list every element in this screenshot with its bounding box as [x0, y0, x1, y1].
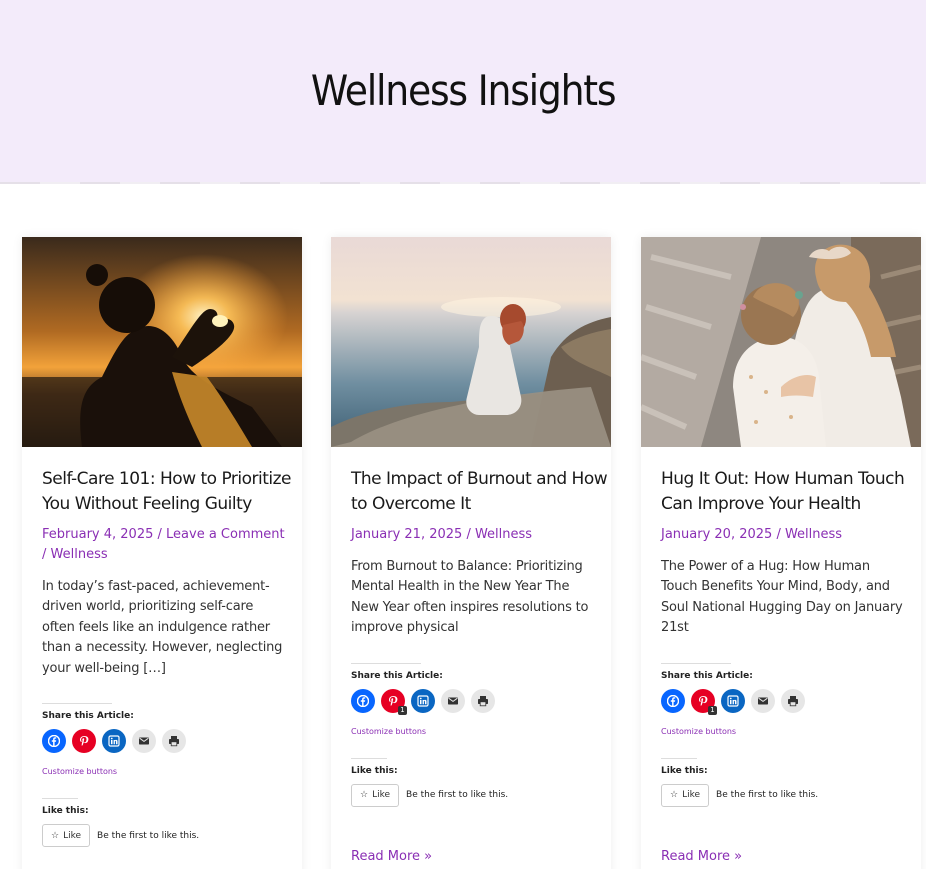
like-button-label: Like	[63, 830, 82, 841]
like-row: ☆ Like Be the first to like this.	[351, 783, 596, 807]
pinterest-icon[interactable]	[72, 729, 96, 754]
share-heading: Share this Article:	[351, 670, 443, 681]
like-section: Like this:	[661, 757, 708, 776]
category-link[interactable]: Wellness	[51, 547, 108, 562]
share-section: Share this Article:	[661, 662, 753, 681]
share-count-badge: 1	[398, 705, 407, 715]
post-card: Hug It Out: How Human Touch Can Improve …	[641, 237, 921, 869]
like-heading: Like this:	[42, 806, 89, 817]
like-status-text: Be the first to like this.	[97, 830, 200, 841]
post-excerpt: The Power of a Hug: How Human Touch Bene…	[661, 559, 903, 636]
post-image-ocean-cliff[interactable]	[331, 237, 611, 447]
category-link[interactable]: Wellness	[785, 527, 842, 542]
meta-separator: /	[466, 527, 475, 542]
like-row: ☆ Like Be the first to like this.	[661, 783, 906, 807]
like-section: Like this:	[351, 757, 398, 776]
share-section: Share this Article:	[351, 662, 443, 681]
comment-link[interactable]: Leave a Comment	[166, 527, 285, 542]
pinterest-icon[interactable]: 1	[381, 688, 407, 715]
customize-buttons-link[interactable]: Customize buttons	[42, 767, 287, 776]
like-status-text: Be the first to like this.	[716, 790, 819, 801]
like-button[interactable]: ☆ Like	[42, 824, 91, 848]
share-buttons	[42, 729, 287, 754]
like-button-label: Like	[682, 790, 701, 801]
page-header: Wellness Insights	[0, 0, 926, 183]
post-title[interactable]: Hug It Out: How Human Touch Can Improve …	[661, 467, 918, 517]
facebook-icon[interactable]	[351, 688, 375, 713]
post-excerpt: From Burnout to Balance: Prioritizing Me…	[351, 559, 589, 636]
email-icon[interactable]	[751, 688, 775, 713]
facebook-icon[interactable]	[42, 729, 66, 754]
meta-separator: /	[157, 527, 167, 542]
email-icon[interactable]	[441, 688, 465, 713]
meta-separator: /	[776, 527, 785, 542]
print-icon[interactable]	[162, 729, 186, 754]
like-heading: Like this:	[661, 765, 708, 776]
post-date[interactable]: January 20, 2025	[661, 527, 772, 542]
like-button[interactable]: ☆ Like	[351, 783, 400, 807]
share-section: Share this Article:	[42, 703, 134, 722]
read-more-link[interactable]: Read More »	[351, 849, 596, 864]
star-icon: ☆	[51, 830, 60, 841]
post-title[interactable]: Self-Care 101: How to Prioritize You Wit…	[42, 467, 299, 517]
like-row: ☆ Like Be the first to like this.	[42, 824, 287, 848]
facebook-icon[interactable]	[661, 688, 685, 713]
share-buttons: 1	[661, 688, 906, 715]
page-title: Wellness Insights	[310, 66, 617, 115]
print-icon[interactable]	[781, 688, 805, 713]
post-meta: January 20, 2025 / Wellness	[661, 525, 906, 545]
header-divider	[0, 182, 926, 184]
category-link[interactable]: Wellness	[475, 527, 532, 542]
customize-buttons-link[interactable]: Customize buttons	[661, 727, 906, 736]
post-title[interactable]: The Impact of Burnout and How to Overcom…	[351, 467, 608, 517]
meta-separator: /	[42, 547, 51, 562]
post-card: Self-Care 101: How to Prioritize You Wit…	[22, 237, 302, 869]
post-meta: January 21, 2025 / Wellness	[351, 525, 596, 545]
customize-buttons-link[interactable]: Customize buttons	[351, 727, 596, 736]
linkedin-icon[interactable]	[721, 688, 745, 713]
post-image-hug[interactable]	[641, 237, 921, 447]
linkedin-icon[interactable]	[411, 688, 435, 713]
like-heading: Like this:	[351, 765, 398, 776]
post-date[interactable]: January 21, 2025	[351, 527, 462, 542]
post-excerpt: In today’s fast-paced, achievement-drive…	[42, 579, 283, 676]
linkedin-icon[interactable]	[102, 729, 126, 754]
share-heading: Share this Article:	[661, 670, 753, 681]
post-image-sunset-heart[interactable]	[22, 237, 302, 447]
pinterest-icon[interactable]: 1	[691, 688, 717, 715]
post-meta: February 4, 2025 / Leave a Comment / Wel…	[42, 525, 287, 565]
like-section: Like this:	[42, 798, 89, 817]
star-icon: ☆	[360, 790, 369, 801]
share-count-badge: 1	[708, 705, 717, 715]
print-icon[interactable]	[471, 688, 495, 713]
like-button-label: Like	[372, 790, 391, 801]
read-more-link[interactable]: Read More »	[661, 849, 906, 864]
post-card: The Impact of Burnout and How to Overcom…	[331, 237, 611, 869]
like-status-text: Be the first to like this.	[406, 790, 509, 801]
post-date[interactable]: February 4, 2025	[42, 527, 153, 542]
share-heading: Share this Article:	[42, 711, 134, 722]
email-icon[interactable]	[132, 729, 156, 754]
share-buttons: 1	[351, 688, 596, 715]
star-icon: ☆	[670, 790, 679, 801]
like-button[interactable]: ☆ Like	[661, 783, 710, 807]
